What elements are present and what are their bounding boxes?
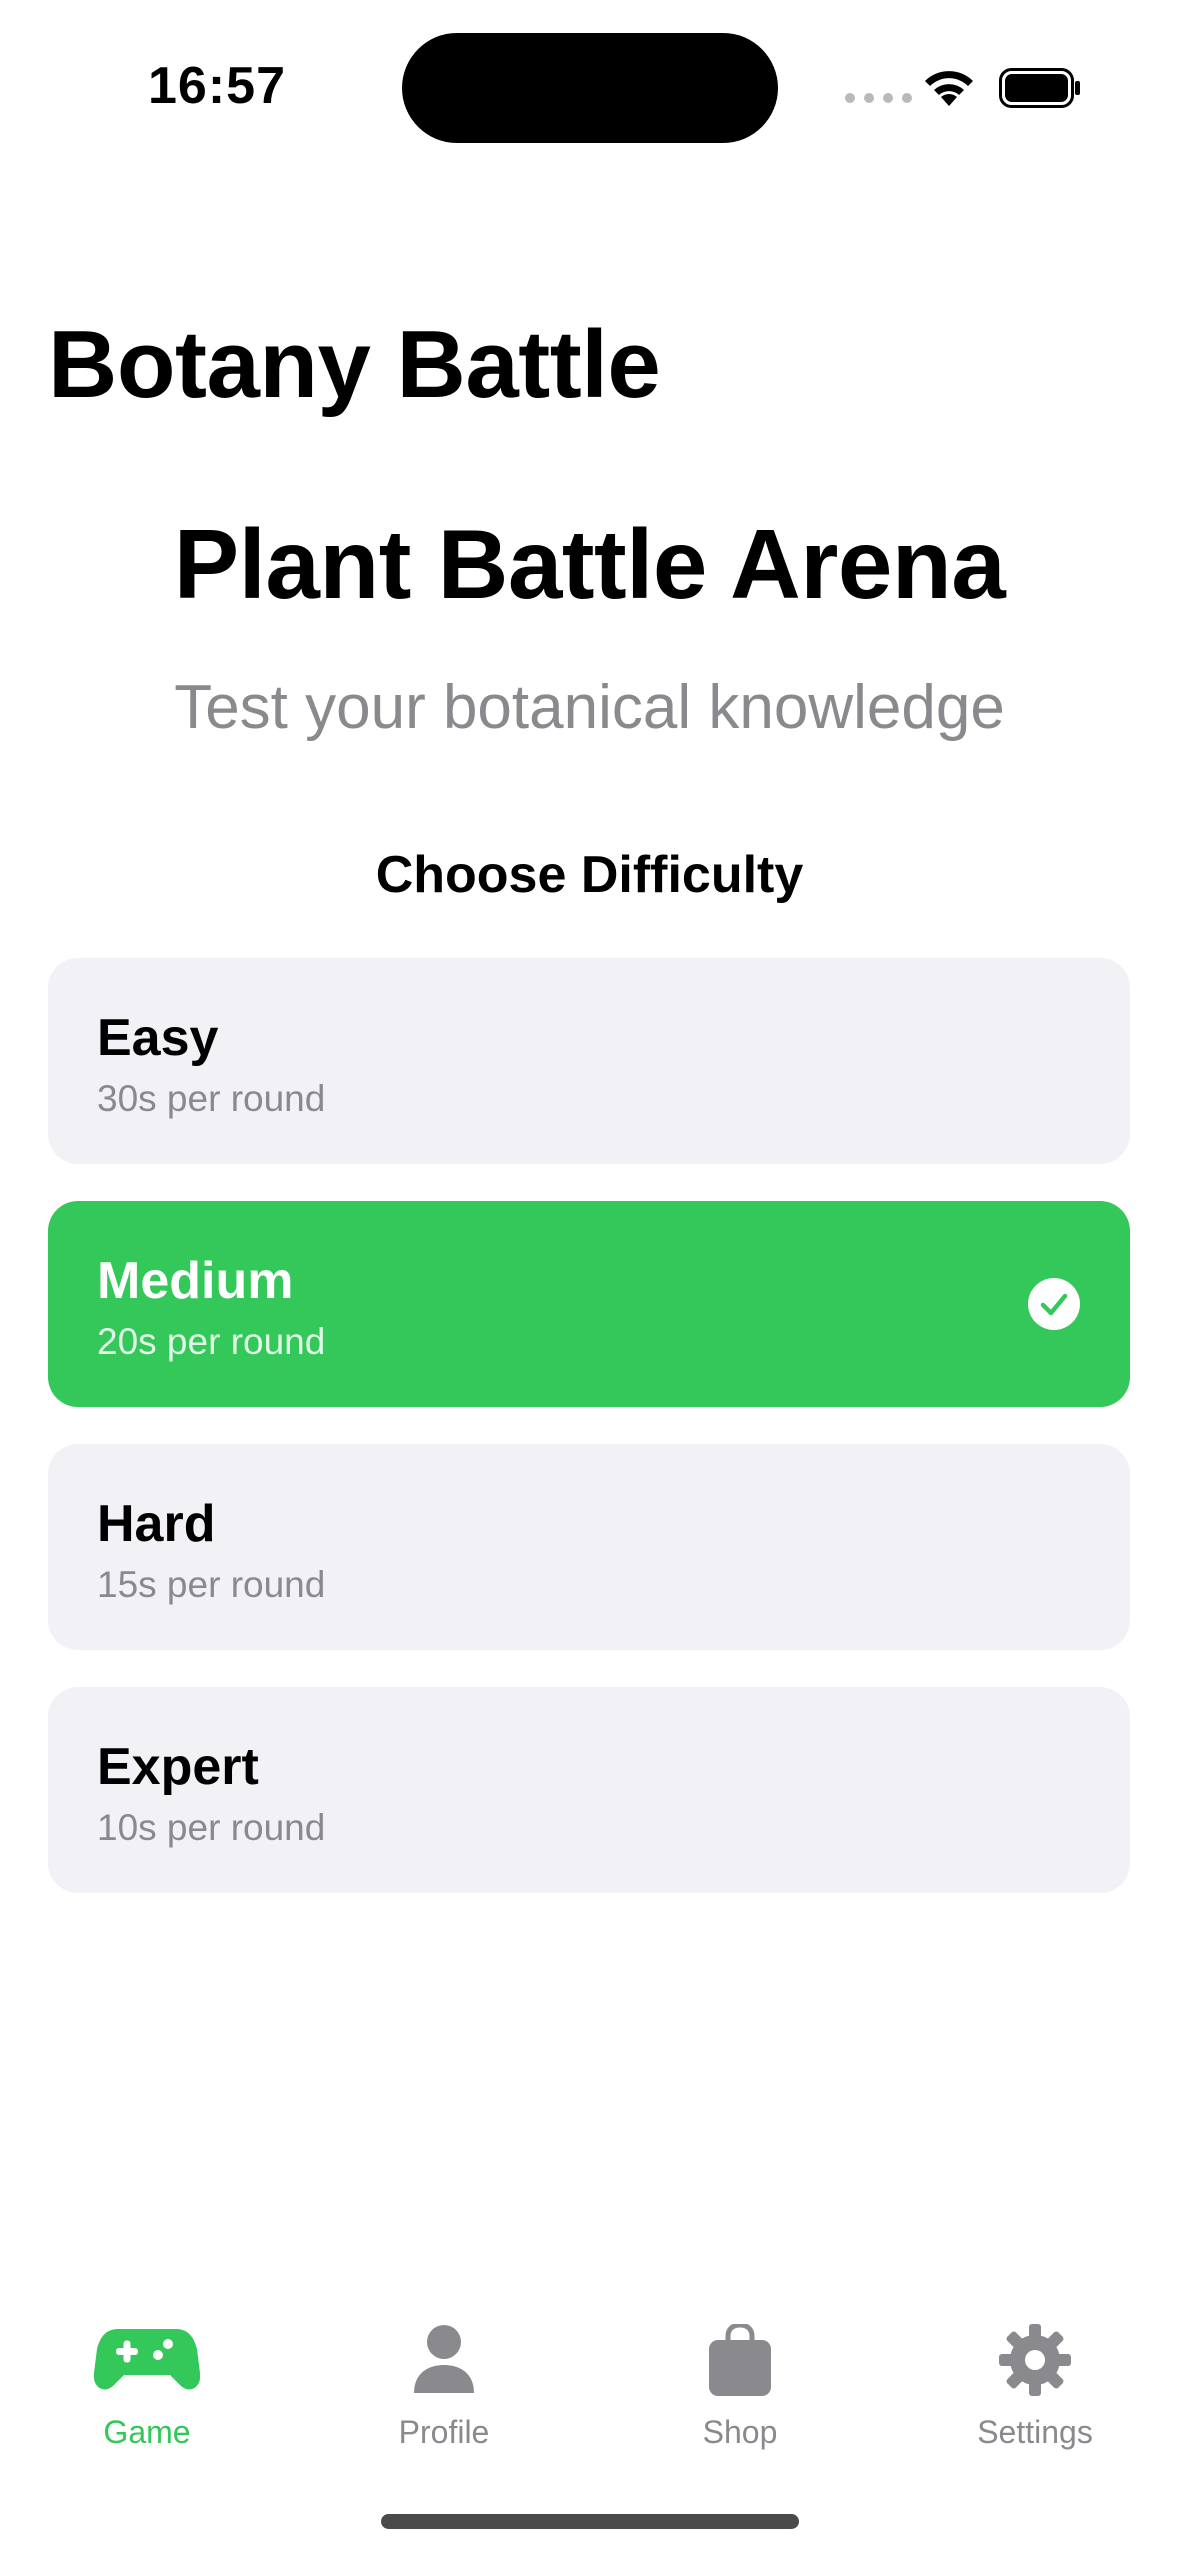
difficulty-option-easy[interactable]: Easy 30s per round — [48, 958, 1130, 1164]
game-screen: 16:57 Botany Battle Plant Battle Arena T… — [0, 0, 1179, 2556]
tab-label: Shop — [702, 2414, 778, 2450]
tab-label: Settings — [977, 2414, 1093, 2450]
difficulty-option-hard[interactable]: Hard 15s per round — [48, 1444, 1130, 1650]
hero-subtitle: Test your botanical knowledge — [174, 673, 1005, 742]
tab-settings[interactable]: Settings — [925, 2320, 1145, 2451]
checkmark-circle-icon — [1028, 1278, 1080, 1330]
gamecontroller-icon — [94, 2329, 200, 2390]
difficulty-detail: 15s per round — [97, 1564, 326, 1605]
tab-label: Game — [103, 2414, 191, 2450]
difficulty-label: Expert — [97, 1738, 259, 1796]
battery-icon — [999, 68, 1080, 108]
person-icon — [414, 2325, 474, 2393]
cellular-signal-icon — [845, 93, 912, 103]
hero-title: Plant Battle Arena — [173, 509, 1006, 619]
wifi-icon — [925, 71, 973, 106]
difficulty-label: Hard — [97, 1495, 216, 1553]
dynamic-island — [402, 33, 778, 143]
tab-shop[interactable]: Shop — [630, 2320, 850, 2451]
nav-title: Botany Battle — [48, 311, 661, 418]
gear-icon — [999, 2324, 1071, 2396]
tab-label: Profile — [398, 2414, 490, 2450]
difficulty-label: Medium — [97, 1252, 294, 1310]
status-time: 16:57 — [148, 57, 286, 115]
tab-profile[interactable]: Profile — [334, 2320, 554, 2451]
bag-icon — [709, 2324, 771, 2396]
difficulty-option-medium[interactable]: Medium 20s per round — [48, 1201, 1130, 1407]
difficulty-heading: Choose Difficulty — [375, 846, 804, 904]
tab-game[interactable]: Game — [37, 2320, 257, 2451]
difficulty-detail: 30s per round — [97, 1078, 326, 1119]
difficulty-option-expert[interactable]: Expert 10s per round — [48, 1687, 1130, 1893]
difficulty-label: Easy — [97, 1009, 219, 1067]
home-indicator[interactable] — [381, 2514, 799, 2529]
difficulty-detail: 20s per round — [97, 1321, 326, 1362]
difficulty-detail: 10s per round — [97, 1807, 326, 1848]
